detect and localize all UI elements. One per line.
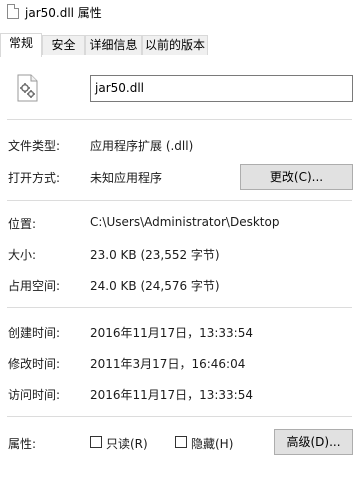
accessed-value: 2016年11月17日，13:33:54 <box>90 388 253 402</box>
divider <box>7 416 352 417</box>
hidden-label: 隐藏(H) <box>191 437 234 451</box>
readonly-checkbox-box[interactable] <box>90 436 102 448</box>
size-label: 大小: <box>8 248 37 262</box>
file-type-value: 应用程序扩展 (.dll) <box>90 139 194 153</box>
accessed-label: 访问时间: <box>8 388 61 402</box>
readonly-checkbox[interactable]: 只读(R) <box>90 435 160 451</box>
opens-with-value: 未知应用程序 <box>90 171 163 185</box>
advanced-button[interactable]: 高级(D)... <box>274 429 353 455</box>
file-name-field[interactable]: jar50.dll <box>90 75 353 102</box>
created-value: 2016年11月17日，13:33:54 <box>90 326 253 340</box>
readonly-label: 只读(R) <box>106 437 148 451</box>
gear-file-icon <box>17 74 38 102</box>
title-bar: jar50.dll 属性 <box>0 0 359 28</box>
tab-details[interactable]: 详细信息 <box>85 35 142 56</box>
tab-general[interactable]: 常规 <box>0 33 42 57</box>
created-label: 创建时间: <box>8 326 61 340</box>
divider <box>7 200 352 201</box>
modified-label: 修改时间: <box>8 357 61 371</box>
hidden-checkbox-box[interactable] <box>175 436 187 448</box>
size-on-disk-value: 24.0 KB (24,576 字节) <box>90 279 220 293</box>
opens-with-label: 打开方式: <box>8 171 61 185</box>
divider <box>7 307 352 308</box>
hidden-checkbox[interactable]: 隐藏(H) <box>175 435 245 451</box>
tab-security[interactable]: 安全 <box>42 35 85 56</box>
size-value: 23.0 KB (23,552 字节) <box>90 248 220 262</box>
location-value: C:\Users\Administrator\Desktop <box>90 215 280 229</box>
modified-value: 2011年3月17日，16:46:04 <box>90 357 246 371</box>
location-label: 位置: <box>8 217 37 231</box>
size-on-disk-label: 占用空间: <box>8 279 61 293</box>
file-type-label: 文件类型: <box>8 139 61 153</box>
file-icon <box>7 4 19 19</box>
change-button[interactable]: 更改(C)... <box>240 164 353 190</box>
divider <box>7 119 352 120</box>
tab-previous-versions[interactable]: 以前的版本 <box>142 35 208 56</box>
tab-strip: 常规 安全 详细信息 以前的版本 <box>0 33 359 57</box>
attributes-label: 属性: <box>8 437 37 451</box>
window-title: jar50.dll 属性 <box>25 6 102 20</box>
